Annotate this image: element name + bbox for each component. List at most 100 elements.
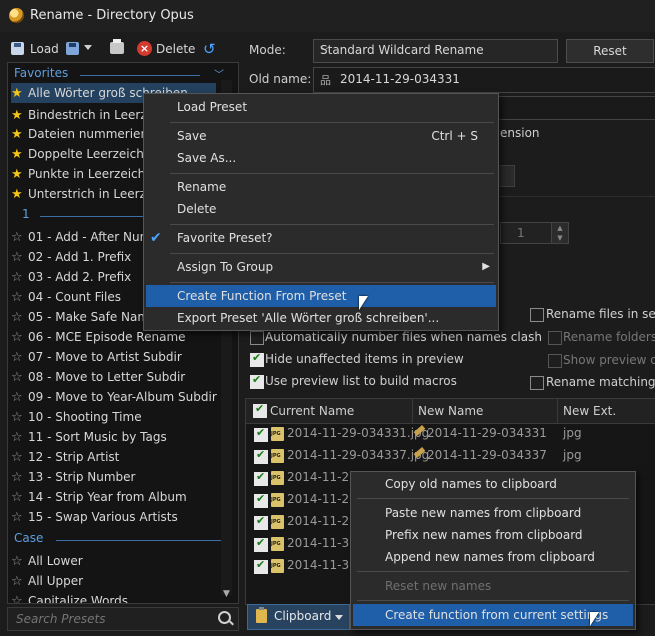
menu-item-label: Create Function From Preset	[177, 289, 347, 303]
preset-item[interactable]: ☆ All Upper	[11, 571, 216, 591]
rename-files-in-selection-checkbox[interactable]	[530, 308, 544, 322]
row-checkbox[interactable]	[254, 558, 268, 574]
refresh-icon[interactable]: ↺	[203, 40, 216, 58]
menu-item-export-preset[interactable]: Export Preset 'Alle Wörter groß schreibe…	[144, 307, 498, 329]
auto-number-label: Automatically number files when names cl…	[265, 330, 542, 344]
menu-item-save-as[interactable]: Save As...	[144, 147, 498, 169]
preset-label: 11 - Sort Music by Tags	[28, 430, 167, 444]
star-icon: ★	[11, 127, 23, 142]
preset-label: Dateien nummerieren	[28, 127, 161, 141]
collapse-chevron-icon[interactable]: ﹀	[214, 66, 224, 81]
star-outline-icon: ☆	[11, 310, 23, 325]
save-floppy-icon[interactable]	[66, 42, 79, 55]
row-checkbox[interactable]	[254, 470, 268, 486]
preset-label: 04 - Count Files	[28, 290, 122, 304]
jpg-file-icon	[271, 427, 284, 441]
delete-button[interactable]: Delete	[156, 42, 195, 56]
hide-unaffected-checkbox[interactable]	[250, 351, 264, 367]
menu-item-label: Rename	[177, 180, 227, 194]
preset-item[interactable]: ☆ 15 - Swap Various Artists	[11, 507, 216, 527]
table-row[interactable]: 2014-11-29-034337.jpg 2014-11-29-034337 …	[246, 445, 655, 467]
column-current-name[interactable]: Current Name	[270, 404, 354, 418]
reset-button[interactable]: Reset	[566, 39, 654, 63]
menu-item-create-function-from-preset[interactable]: Create Function From Preset	[146, 285, 496, 307]
favorites-group-header[interactable]: Favorites ﹀	[14, 66, 224, 83]
preset-item[interactable]: ☆ All Lower	[11, 551, 216, 571]
menu-item-delete[interactable]: Delete	[144, 198, 498, 220]
preset-label: 12 - Strip Artist	[28, 450, 120, 464]
save-dropdown-chevron-icon[interactable]	[84, 45, 92, 50]
menu-item-save[interactable]: Save Ctrl + S	[144, 125, 498, 147]
preset-label: 02 - Add 1. Prefix	[28, 250, 132, 264]
rename-folders-label: Rename folders a	[563, 330, 655, 344]
extension-label: ension	[500, 126, 540, 140]
star-outline-icon: ☆	[11, 470, 23, 485]
menu-item-label: Reset new names	[385, 579, 492, 593]
preset-item[interactable]: ☆ 13 - Strip Number	[11, 467, 216, 487]
old-name-label: Old name:	[249, 72, 312, 86]
delete-x-icon[interactable]: ×	[137, 41, 152, 56]
preset-item[interactable]: ☆ 14 - Strip Year from Album	[11, 487, 216, 507]
preset-item[interactable]: ☆ 09 - Move to Year-Album Subdir	[11, 387, 217, 407]
preset-item[interactable]: ☆ Capitalize Words	[11, 591, 216, 603]
star-outline-icon: ☆	[11, 230, 23, 245]
menu-item-rename[interactable]: Rename	[144, 176, 498, 198]
print-icon[interactable]	[110, 39, 124, 54]
row-checkbox[interactable]	[254, 514, 268, 530]
new-ext-cell: jpg	[563, 448, 582, 462]
preset-item[interactable]: ☆ 10 - Shooting Time	[11, 407, 216, 427]
select-all-checkbox[interactable]	[253, 402, 267, 418]
row-checkbox[interactable]	[254, 426, 268, 442]
menu-item-load-preset[interactable]: Load Preset	[144, 96, 498, 118]
menu-item-paste-new-names[interactable]: Paste new names from clipboard	[351, 502, 635, 524]
current-name-cell: 2014-11-29-034331.jpg	[287, 426, 430, 440]
preset-item[interactable]: ☆ 11 - Sort Music by Tags	[11, 427, 216, 447]
case-group-header[interactable]: Case	[14, 531, 226, 548]
menu-item-label: Favorite Preset?	[177, 231, 273, 245]
clipboard-menu: Copy old names to clipboard Paste new na…	[350, 471, 636, 630]
search-presets-box[interactable]	[7, 607, 239, 631]
load-floppy-icon[interactable]	[11, 42, 24, 55]
menu-item-prefix-new-names[interactable]: Prefix new names from clipboard	[351, 524, 635, 546]
group-1-header-label: 1	[22, 207, 30, 221]
preset-label: 06 - MCE Episode Rename	[28, 330, 186, 344]
column-new-ext[interactable]: New Ext.	[563, 404, 616, 418]
preset-label: 13 - Strip Number	[28, 470, 136, 484]
star-outline-icon: ☆	[11, 410, 23, 425]
row-checkbox[interactable]	[254, 536, 268, 552]
auto-number-checkbox[interactable]	[250, 331, 264, 345]
use-preview-list-checkbox[interactable]	[250, 373, 264, 389]
menu-item-assign-to-group[interactable]: Assign To Group ▶	[144, 256, 498, 278]
table-row[interactable]: 2014-11-29-034331.jpg 2014-11-29-034331 …	[246, 423, 655, 445]
clipboard-button[interactable]: Clipboard	[247, 604, 350, 630]
rename-matching-label: Rename matching fil	[546, 375, 655, 389]
preset-item[interactable]: ☆ 07 - Move to Artist Subdir	[11, 347, 216, 367]
jpg-file-icon	[271, 449, 284, 463]
new-ext-cell: jpg	[563, 426, 582, 440]
scroll-down-arrow-icon[interactable]: ▼	[223, 589, 230, 599]
checkmark-icon: ✔	[150, 230, 162, 246]
column-new-name[interactable]: New Name	[418, 404, 483, 418]
current-name-cell: 2014-11-29-034337.jpg	[287, 448, 430, 462]
search-presets-input[interactable]	[14, 611, 208, 627]
menu-item-append-new-names[interactable]: Append new names from clipboard	[351, 546, 635, 568]
menu-item-copy-old-names[interactable]: Copy old names to clipboard	[351, 473, 635, 495]
star-icon: ★	[11, 86, 23, 101]
star-outline-icon: ☆	[11, 290, 23, 305]
row-checkbox[interactable]	[254, 448, 268, 464]
preset-label: All Lower	[28, 554, 83, 568]
search-icon[interactable]	[218, 611, 231, 624]
menu-item-favorite-preset[interactable]: ✔ Favorite Preset?	[144, 227, 498, 249]
mode-select[interactable]: Standard Wildcard Rename ﹀	[313, 39, 558, 63]
disabled-dropdown	[497, 165, 515, 187]
preset-label: 01 - Add - After Numb	[28, 230, 159, 244]
mode-label: Mode:	[249, 43, 286, 57]
preset-item[interactable]: ☆ 08 - Move to Letter Subdir	[11, 367, 216, 387]
chevron-down-icon	[335, 615, 343, 620]
preset-item[interactable]: ☆ 12 - Strip Artist	[11, 447, 216, 467]
load-button[interactable]: Load	[30, 42, 59, 56]
row-checkbox[interactable]	[254, 492, 268, 508]
chevron-down-icon: ﹀	[320, 47, 330, 58]
star-outline-icon: ☆	[11, 450, 23, 465]
rename-matching-checkbox[interactable]	[530, 376, 544, 390]
